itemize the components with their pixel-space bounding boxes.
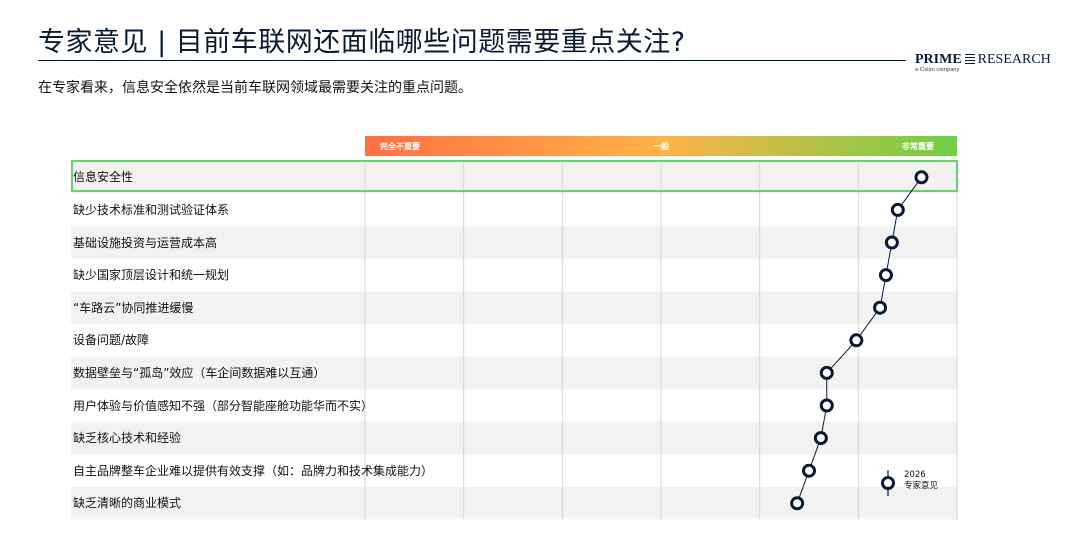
category-label: 缺少技术标准和测试验证体系 — [73, 202, 230, 217]
importance-chart: 完全不重要 一般 非常重要 信息安全性缺少技术标准和测试验证体系 基础设施投资与运… — [0, 0, 1078, 537]
category-label: 缺少国家顶层设计和统一规划 — [73, 268, 230, 283]
legend-marker — [881, 476, 895, 490]
data-point — [914, 170, 929, 185]
data-point — [873, 300, 888, 315]
legend-label: 2026 专家意见 — [904, 470, 938, 492]
category-label: 缺乏清晰的商业模式 — [73, 496, 182, 511]
scale-label-low: 完全不重要 — [380, 142, 420, 151]
data-point — [802, 463, 816, 478]
scale-label-mid: 一般 — [653, 142, 669, 151]
data-point — [813, 431, 828, 446]
data-point — [878, 268, 893, 283]
category-label: 数据壁垒与“孤岛”效应（车企间数据难以互通） — [73, 365, 326, 380]
data-point — [790, 496, 805, 511]
data-point — [890, 202, 905, 217]
category-label: 用户体验与价值感知不强（部分智能座舱功能华而不实） — [73, 398, 374, 413]
scale-label-high: 非常重要 — [902, 142, 934, 151]
category-label: 自主品牌整车企业难以提供有效支撑（如：品牌力和技术集成能力） — [73, 463, 434, 478]
data-point — [819, 398, 834, 413]
category-label: 缺乏核心技术和经验 — [73, 431, 182, 446]
legend-series-name: 专家意见 — [904, 481, 939, 491]
category-label: 基础设施投资与运营成本高 — [73, 235, 218, 250]
row-band — [71, 487, 957, 520]
data-point — [884, 235, 899, 250]
category-label: 信息安全性 — [73, 170, 134, 185]
category-label: “车路云”协同推进缓慢 — [73, 300, 194, 315]
row-band — [71, 291, 957, 324]
legend-year: 2026 — [904, 470, 926, 480]
row-band — [71, 161, 957, 194]
data-point — [819, 365, 834, 380]
data-point — [849, 333, 864, 348]
category-label: 设备问题/故障 — [73, 333, 150, 348]
